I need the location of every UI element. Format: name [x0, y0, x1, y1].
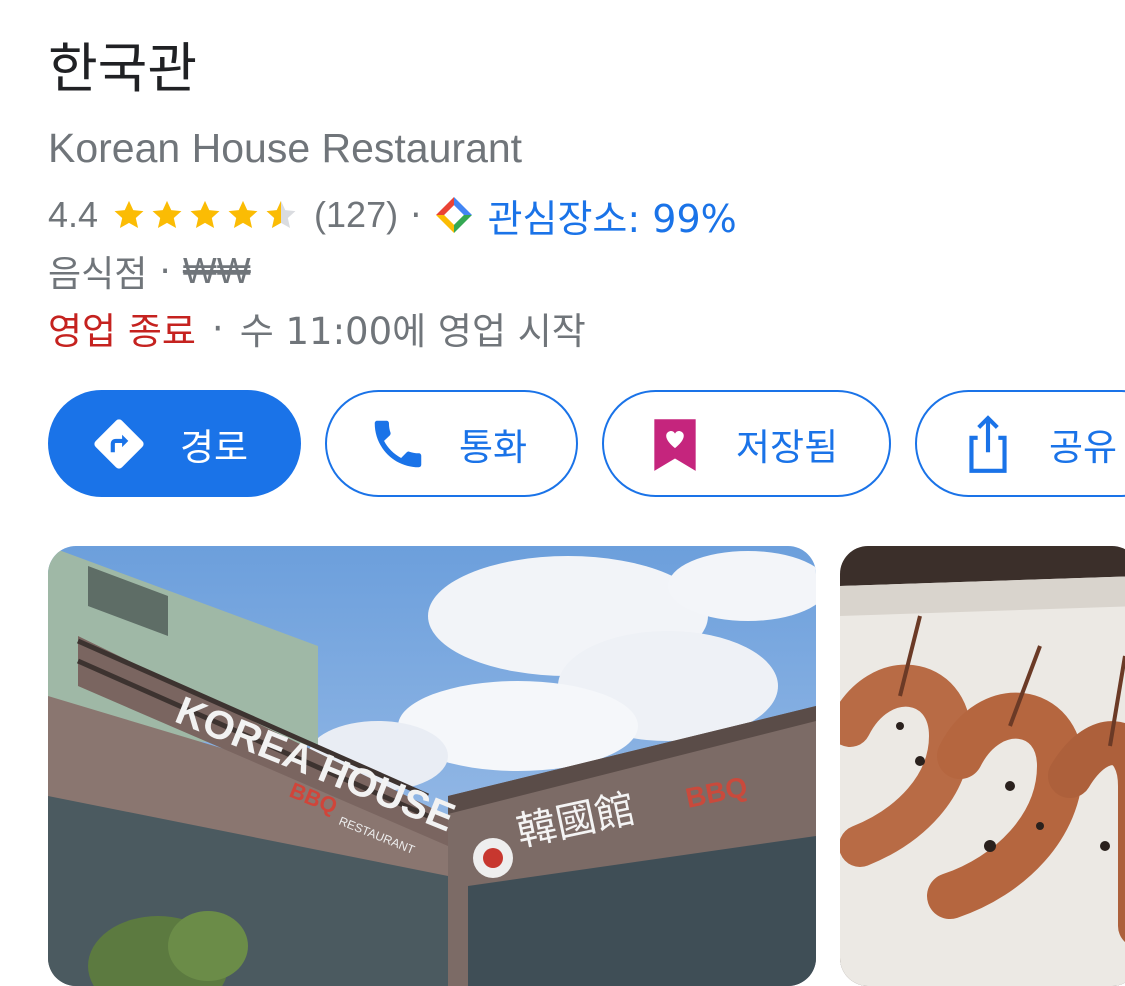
save-button[interactable]: 저장됨 — [602, 390, 891, 497]
directions-icon — [94, 418, 144, 469]
category-row: 음식점 · ₩₩ — [48, 246, 251, 296]
open-status: 영업 종료 — [48, 310, 196, 353]
call-button[interactable]: 통화 — [325, 390, 578, 497]
share-icon — [969, 414, 1007, 473]
restaurant-exterior-image: KOREA HOUSE BBQ RESTAURANT 韓國館 BBQ — [48, 546, 816, 986]
separator-dot: · — [211, 306, 224, 350]
review-count[interactable]: (127) — [314, 194, 398, 236]
separator-dot: · — [410, 194, 422, 236]
star-half-icon — [266, 200, 296, 229]
directions-label: 경로 — [180, 425, 249, 469]
saved-heart-bookmark-icon — [654, 418, 696, 471]
rating-row: 4.4 (127) · 관심장소: 99% — [48, 188, 737, 243]
place-title: 한국관 — [48, 37, 198, 100]
call-label: 통화 — [459, 425, 528, 469]
star-icon — [190, 200, 220, 229]
rating-value: 4.4 — [48, 194, 99, 235]
star-rating — [112, 198, 302, 232]
interest-match[interactable]: 관심장소: 99% — [434, 188, 737, 243]
phone-icon — [374, 420, 422, 467]
price-level: ₩₩ — [182, 250, 251, 291]
place-subtitle: Korean House Restaurant — [48, 125, 523, 171]
share-label: 공유 — [1049, 425, 1118, 469]
star-icon — [228, 200, 258, 229]
photo-food[interactable] — [840, 546, 1125, 986]
share-button[interactable]: 공유 — [915, 390, 1125, 497]
hours-detail: 수 11:00에 영업 시작 — [239, 310, 586, 353]
save-label: 저장됨 — [736, 425, 839, 469]
category-type: 음식점 — [48, 254, 148, 295]
diamond-sparkle-icon — [435, 197, 472, 233]
hours-row[interactable]: 영업 종료 · 수 11:00에 영업 시작 — [48, 302, 586, 354]
separator-dot: · — [159, 250, 171, 292]
star-icon — [114, 200, 144, 229]
star-icon — [152, 200, 182, 229]
photo-exterior[interactable]: KOREA HOUSE BBQ RESTAURANT 韓國館 BBQ — [48, 546, 816, 986]
directions-button[interactable]: 경로 — [48, 390, 301, 497]
grilled-shrimp-image — [840, 546, 1125, 986]
interest-label: 관심장소: 99% — [487, 196, 737, 241]
